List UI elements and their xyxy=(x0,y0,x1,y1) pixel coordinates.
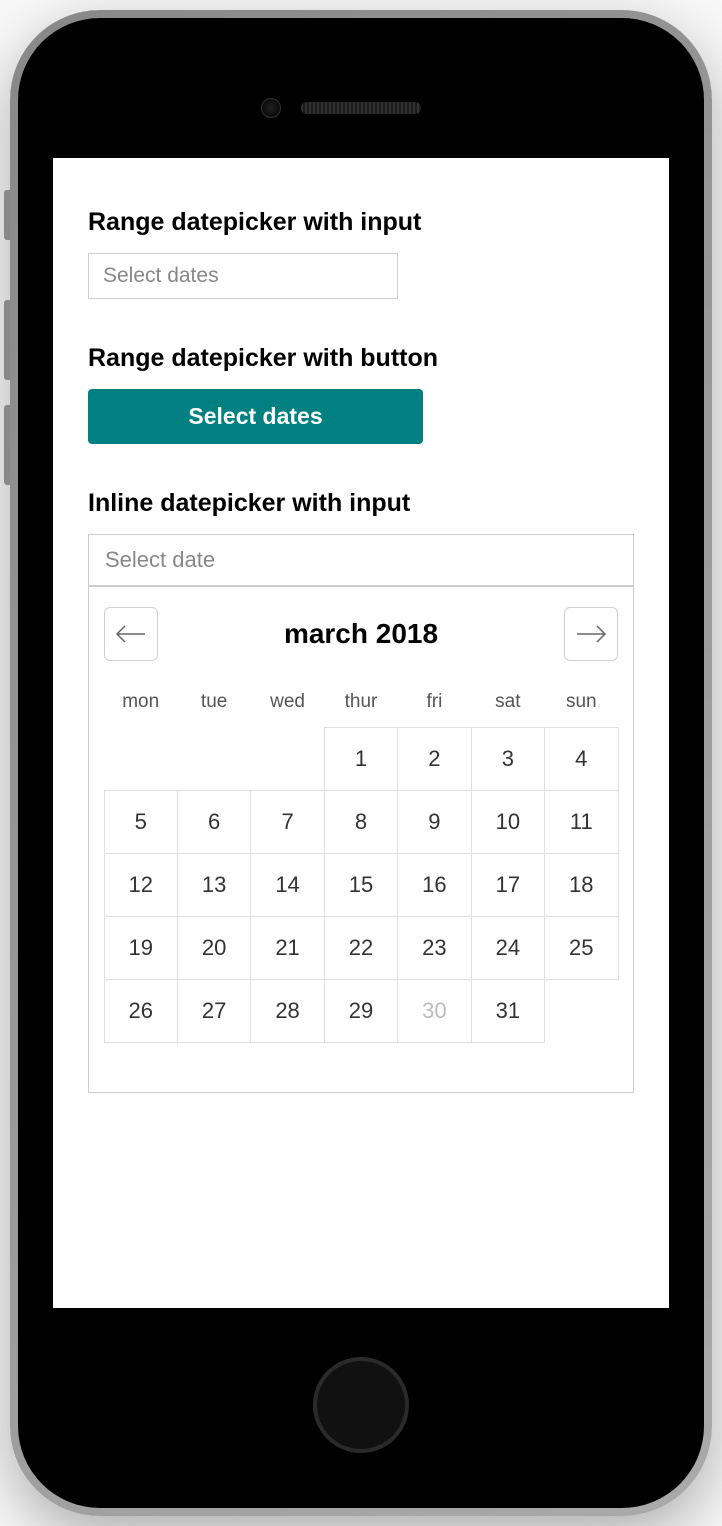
range-input-title: Range datepicker with input xyxy=(88,208,634,237)
day-cell-4[interactable]: 4 xyxy=(544,727,618,791)
inline-date-input[interactable] xyxy=(89,535,633,587)
day-cell-17[interactable]: 17 xyxy=(471,853,545,917)
select-dates-button[interactable]: Select dates xyxy=(88,389,423,444)
day-cell-2[interactable]: 2 xyxy=(397,727,471,791)
month-title: march 2018 xyxy=(284,618,438,650)
day-cell-5[interactable]: 5 xyxy=(104,790,178,854)
day-header-sun: sun xyxy=(545,681,618,727)
day-cell-3[interactable]: 3 xyxy=(471,727,545,791)
day-cell-22[interactable]: 22 xyxy=(324,916,398,980)
day-header-tue: tue xyxy=(177,681,250,727)
day-cell-20[interactable]: 20 xyxy=(177,916,251,980)
day-header-thur: thur xyxy=(324,681,397,727)
day-cell-24[interactable]: 24 xyxy=(471,916,545,980)
day-cell-23[interactable]: 23 xyxy=(397,916,471,980)
side-button-mute xyxy=(4,190,10,240)
side-button-volume-down xyxy=(4,405,10,485)
phone-frame: Range datepicker with input Range datepi… xyxy=(10,10,712,1516)
day-cell-empty xyxy=(104,727,178,791)
day-cell-27[interactable]: 27 xyxy=(177,979,251,1043)
section-range-input: Range datepicker with input xyxy=(88,208,634,299)
day-cell-31[interactable]: 31 xyxy=(471,979,545,1043)
day-cell-14[interactable]: 14 xyxy=(250,853,324,917)
day-cell-empty xyxy=(544,979,618,1043)
day-cell-30: 30 xyxy=(397,979,471,1043)
next-month-button[interactable] xyxy=(564,607,618,661)
day-cell-28[interactable]: 28 xyxy=(250,979,324,1043)
day-header-mon: mon xyxy=(104,681,177,727)
calendar-header: march 2018 xyxy=(104,607,618,661)
day-cell-8[interactable]: 8 xyxy=(324,790,398,854)
day-cell-10[interactable]: 10 xyxy=(471,790,545,854)
day-cell-13[interactable]: 13 xyxy=(177,853,251,917)
calendar-body: march 2018 montuewedthurfrisatsun1234567… xyxy=(89,587,633,1092)
day-cell-29[interactable]: 29 xyxy=(324,979,398,1043)
day-cell-25[interactable]: 25 xyxy=(544,916,618,980)
day-cell-21[interactable]: 21 xyxy=(250,916,324,980)
day-header-wed: wed xyxy=(251,681,324,727)
speaker-grille xyxy=(301,102,421,114)
day-cell-26[interactable]: 26 xyxy=(104,979,178,1043)
day-cell-empty xyxy=(177,727,251,791)
phone-bezel: Range datepicker with input Range datepi… xyxy=(18,18,704,1508)
day-cell-1[interactable]: 1 xyxy=(324,727,398,791)
section-range-button: Range datepicker with button Select date… xyxy=(88,344,634,444)
day-cell-19[interactable]: 19 xyxy=(104,916,178,980)
arrow-left-icon xyxy=(115,624,147,644)
calendar-container: march 2018 montuewedthurfrisatsun1234567… xyxy=(88,534,634,1093)
range-dates-input[interactable] xyxy=(88,253,398,299)
day-cell-empty xyxy=(250,727,324,791)
calendar-grid: montuewedthurfrisatsun123456789101112131… xyxy=(104,681,618,1042)
range-button-title: Range datepicker with button xyxy=(88,344,634,373)
home-button[interactable] xyxy=(313,1357,409,1453)
day-cell-12[interactable]: 12 xyxy=(104,853,178,917)
day-cell-16[interactable]: 16 xyxy=(397,853,471,917)
screen: Range datepicker with input Range datepi… xyxy=(53,158,669,1308)
day-cell-7[interactable]: 7 xyxy=(250,790,324,854)
section-inline: Inline datepicker with input march 2018 xyxy=(88,489,634,1093)
day-cell-11[interactable]: 11 xyxy=(544,790,618,854)
prev-month-button[interactable] xyxy=(104,607,158,661)
camera-icon xyxy=(261,98,281,118)
day-cell-9[interactable]: 9 xyxy=(397,790,471,854)
day-cell-15[interactable]: 15 xyxy=(324,853,398,917)
day-cell-18[interactable]: 18 xyxy=(544,853,618,917)
day-header-fri: fri xyxy=(398,681,471,727)
day-header-sat: sat xyxy=(471,681,544,727)
inline-title: Inline datepicker with input xyxy=(88,489,634,518)
side-button-volume-up xyxy=(4,300,10,380)
day-cell-6[interactable]: 6 xyxy=(177,790,251,854)
arrow-right-icon xyxy=(575,624,607,644)
